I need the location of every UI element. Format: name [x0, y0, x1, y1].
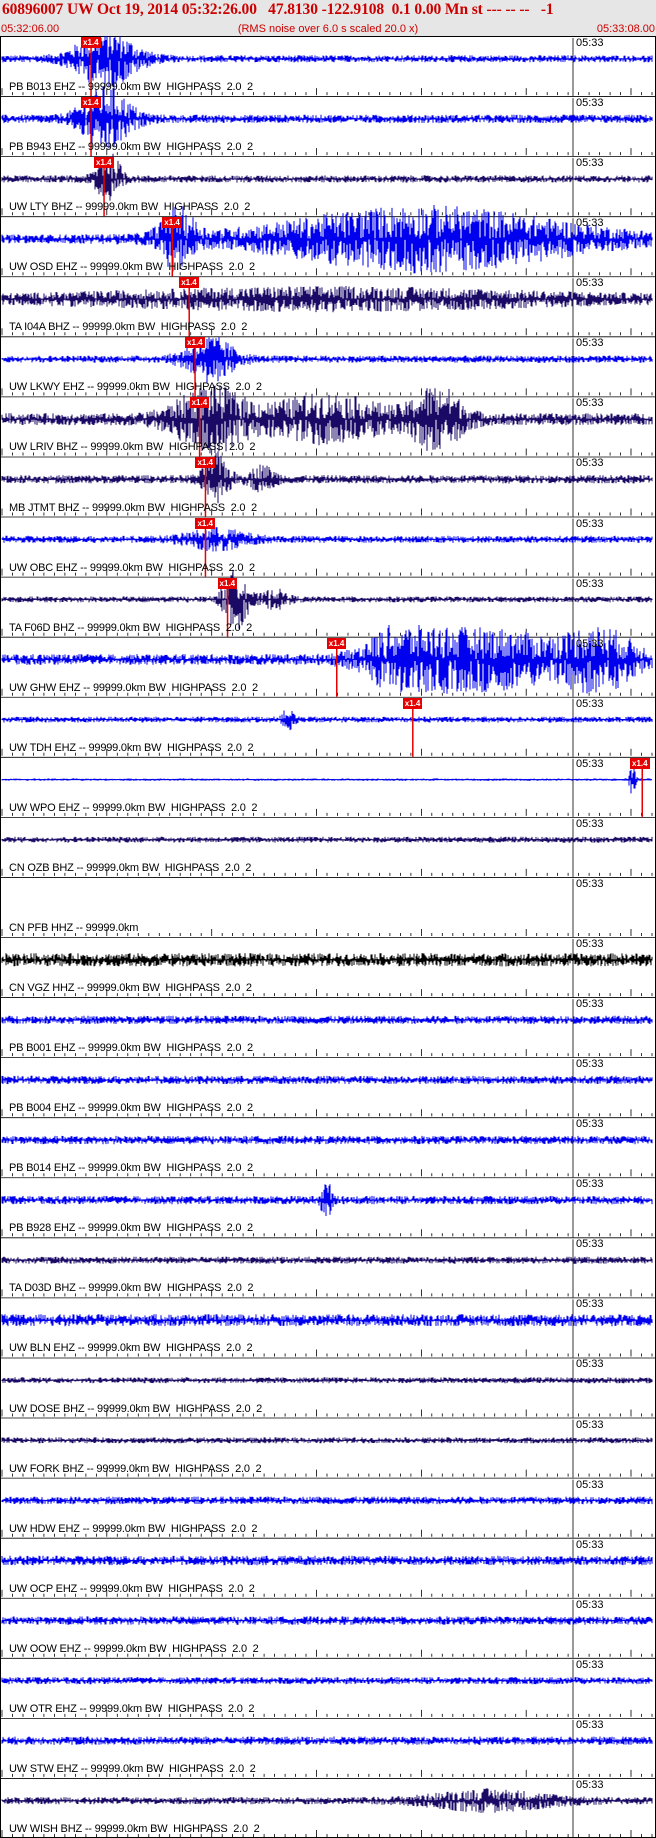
- time-ticks: [1, 688, 653, 696]
- time-ticks: [1, 1409, 653, 1417]
- trace-row: [0, 1177, 656, 1238]
- waveform: [1, 767, 653, 794]
- time-ticks: [1, 989, 653, 997]
- trace-row: [0, 997, 656, 1058]
- trace-row: [0, 1237, 656, 1298]
- time-ticks: [1, 628, 653, 636]
- trace-row: [0, 1057, 656, 1118]
- time-ticks: [1, 748, 653, 756]
- time-ticks: [1, 448, 653, 456]
- trace-row: [0, 86, 656, 157]
- trace-row: [0, 1717, 656, 1778]
- trace-row: [0, 1537, 656, 1598]
- time-ticks: [1, 1109, 653, 1117]
- time-ticks: [1, 1349, 653, 1357]
- trace-row: [0, 569, 656, 637]
- time-ticks: [1, 208, 653, 216]
- time-ticks: [1, 808, 653, 816]
- time-ticks: [1, 929, 653, 936]
- time-ticks: [1, 388, 653, 396]
- time-ticks: [1, 1169, 653, 1177]
- time-ticks: [1, 1049, 653, 1057]
- trace-row: [0, 1477, 656, 1538]
- time-ticks: [1, 568, 653, 576]
- trace-row: [0, 1597, 656, 1658]
- time-ticks: [1, 1529, 653, 1537]
- trace-row: [0, 696, 656, 757]
- trace-row: [0, 36, 656, 97]
- waveform: [1, 153, 653, 201]
- trace-row: [0, 385, 656, 457]
- time-ticks: [1, 1769, 653, 1777]
- time-ticks: [1, 1589, 653, 1597]
- time-ticks: [1, 868, 653, 876]
- trace-row: [0, 205, 656, 277]
- trace-row: [0, 276, 656, 337]
- trace-row: [0, 516, 656, 577]
- time-ticks: [1, 508, 653, 516]
- waveform: [1, 451, 653, 504]
- trace-row: [0, 937, 656, 998]
- time-ticks: [1, 1830, 653, 1837]
- trace-row: [0, 1417, 656, 1478]
- time-ticks: [1, 328, 653, 336]
- time-ticks: [1, 88, 653, 96]
- trace-row: [0, 451, 656, 517]
- time-ticks: [1, 268, 653, 276]
- trace-row: [0, 1778, 656, 1838]
- waveform: [1, 36, 653, 88]
- waveform: [1, 86, 653, 149]
- plot-border: [0, 36, 656, 1838]
- time-ticks: [1, 1469, 653, 1477]
- end-time: 05:33:08.00: [596, 23, 655, 35]
- trace-row: [0, 756, 656, 817]
- time-ticks: [1, 1289, 653, 1297]
- trace-row: [0, 336, 656, 397]
- trace-row: [0, 1297, 656, 1358]
- time-ticks: [1, 1229, 653, 1237]
- trace-row: [0, 877, 656, 937]
- trace-row: [0, 1117, 656, 1178]
- trace-row: [0, 625, 656, 697]
- waveform: [1, 337, 653, 383]
- waveform: [1, 710, 653, 731]
- scale-note: (RMS noise over 6.0 s scaled 20.0 x): [237, 23, 419, 35]
- time-ticks: [1, 1649, 653, 1657]
- trace-row: [0, 1357, 656, 1418]
- header: 60896007 UW Oct 19, 2014 05:32:26.00 47.…: [0, 0, 656, 36]
- time-ticks: [1, 1709, 653, 1717]
- trace-row: [0, 816, 656, 877]
- seismogram-plot: x1.4 PB B013 EHZ -- 99999.0km BW HIGHPASS…: [0, 36, 656, 1838]
- time-ticks: [1, 148, 653, 156]
- event-title: 60896007 UW Oct 19, 2014 05:32:26.00 47.…: [2, 1, 554, 18]
- trace-row: [0, 1657, 656, 1718]
- time-range-row: 05:32:06.00 (RMS noise over 6.0 s scaled…: [0, 21, 656, 36]
- seismogram-svg: [0, 36, 656, 1838]
- trace-row: [0, 153, 656, 217]
